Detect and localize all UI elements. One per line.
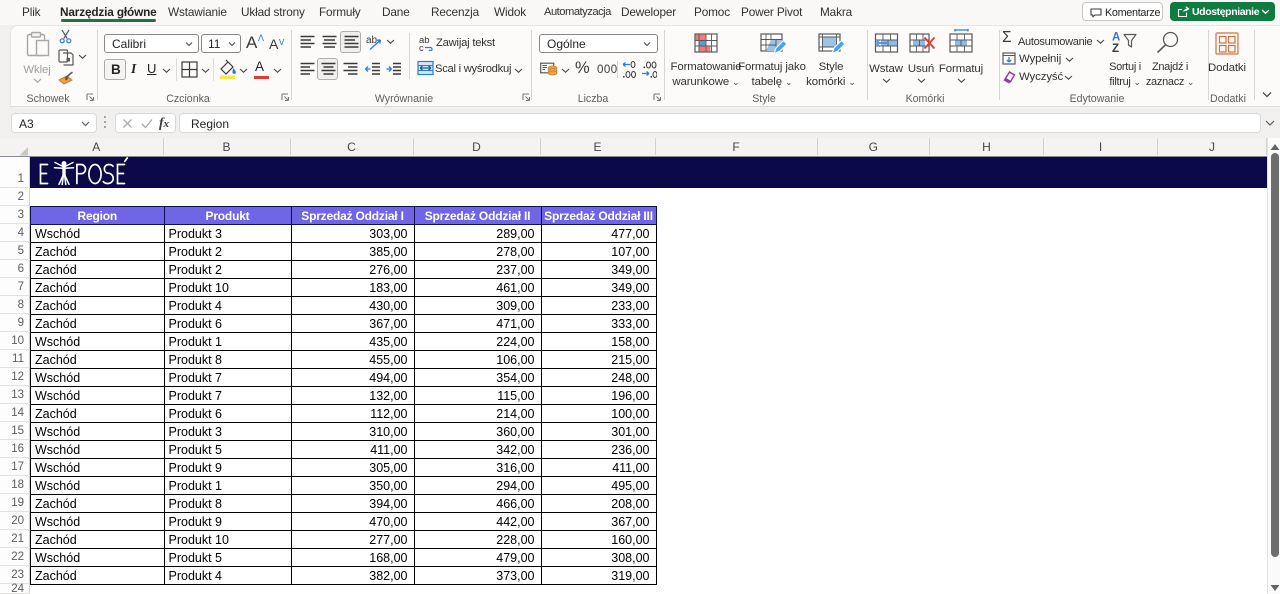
svg-text:c: c [419,43,424,51]
svg-text:A: A [1112,32,1120,44]
svg-text:Z: Z [1112,43,1119,53]
